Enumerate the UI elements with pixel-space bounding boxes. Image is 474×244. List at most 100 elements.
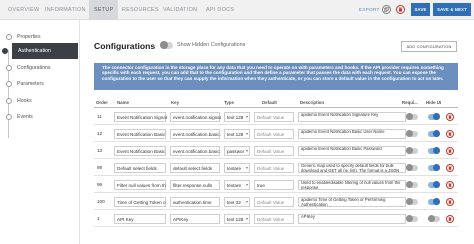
key-input[interactable]: default.select.fields: [170, 163, 220, 173]
required-toggle[interactable]: [406, 164, 418, 171]
delete-connector-button[interactable]: [396, 5, 405, 14]
name-input[interactable]: Event Notification Basic: [114, 129, 166, 139]
key-input[interactable]: authentication.time: [170, 197, 220, 207]
key-input[interactable]: event.notification.basic.: [170, 129, 221, 139]
name-value: Time of Getting Token o: [117, 200, 166, 205]
hide-ui-toggle[interactable]: [428, 181, 440, 188]
chevron-down-icon: [246, 218, 248, 220]
tab-setup[interactable]: SETUP: [89, 0, 119, 20]
key-value: APIKey: [173, 217, 189, 222]
required-toggle[interactable]: [406, 215, 418, 222]
tab-api-docs[interactable]: API DOCS: [206, 0, 234, 20]
name-input[interactable]: Time of Getting Token o: [114, 197, 166, 207]
hide-ui-toggle[interactable]: [428, 198, 440, 205]
key-input[interactable]: filter.response.nulls: [170, 180, 220, 190]
table-row: 11 Event Notification Signat event.notific…: [94, 109, 458, 125]
delete-row-button[interactable]: [446, 215, 454, 223]
hide-ui-toggle[interactable]: [428, 215, 440, 222]
key-value: authentication.time: [173, 200, 212, 205]
default-input[interactable]: Default Value: [254, 197, 294, 207]
required-toggle[interactable]: [406, 130, 418, 137]
info-banner: The connector configuration is the stora…: [94, 63, 458, 90]
type-value: passwor: [227, 149, 245, 154]
type-select[interactable]: text 128: [224, 129, 250, 139]
step-dot: [2, 48, 8, 54]
tab-overview[interactable]: OVERVIEW: [8, 0, 39, 20]
key-value: filter.response.nulls: [173, 183, 213, 188]
description-input[interactable]: apidemo Event Notification Basic User Na…: [298, 129, 406, 139]
type-value: text 128: [227, 217, 244, 222]
sidebar-item-label: Hooks: [17, 98, 32, 104]
delete-row-button[interactable]: [446, 198, 454, 206]
key-input[interactable]: APIKey: [170, 214, 220, 224]
hide-ui-toggle[interactable]: [428, 130, 440, 137]
key-input[interactable]: event.notification.signat: [170, 112, 221, 122]
order-cell: 1: [97, 216, 100, 221]
type-select[interactable]: text 32: [224, 197, 250, 207]
sidebar-item-configurations[interactable]: Configurations: [4, 62, 80, 76]
table-header: Order Name Key Type Default Description …: [94, 98, 458, 108]
default-value: Default Value: [257, 166, 285, 171]
clone-button[interactable]: [382, 5, 391, 14]
description-input[interactable]: apidemo Event Notification Basic Passwor…: [298, 146, 406, 156]
sidebar-item-authentication[interactable]: Authentication: [2, 43, 78, 59]
default-input[interactable]: Default Value: [254, 129, 294, 139]
default-input[interactable]: Default Value: [254, 112, 294, 122]
delete-row-button[interactable]: [446, 130, 454, 138]
name-input[interactable]: Event Notification Signat: [114, 112, 167, 122]
required-toggle[interactable]: [406, 181, 418, 188]
sidebar-item-hooks[interactable]: Hooks: [4, 95, 80, 109]
header-type: Type: [224, 100, 234, 105]
type-select[interactable]: text 128: [224, 214, 250, 224]
delete-row-button[interactable]: [446, 147, 454, 155]
description-input[interactable]: Generic map used to specify default fiel…: [298, 163, 406, 173]
step-dot: [6, 81, 12, 87]
sidebar-item-parameters[interactable]: Parameters: [4, 78, 80, 92]
name-input[interactable]: Event Notification Basic: [114, 146, 166, 156]
delete-row-button[interactable]: [446, 113, 454, 121]
default-input[interactable]: true: [254, 180, 294, 190]
required-toggle[interactable]: [406, 147, 418, 154]
tab-resources[interactable]: RESOURCES: [122, 0, 159, 20]
default-input[interactable]: Default Value: [254, 214, 294, 224]
name-value: Event Notification Basic: [117, 132, 166, 137]
sidebar-item-events[interactable]: Events: [4, 111, 80, 125]
required-toggle[interactable]: [406, 198, 418, 205]
description-input[interactable]: apidemo Event Notification Signature Key: [298, 112, 406, 122]
description-input[interactable]: apidemo Time of Getting Token or Perform…: [298, 197, 406, 207]
export-link[interactable]: EXPORT: [359, 0, 380, 20]
type-select[interactable]: textare: [224, 163, 250, 173]
save-next-button[interactable]: SAVE & NEXT: [433, 3, 471, 16]
save-button[interactable]: SAVE: [411, 3, 430, 16]
type-select[interactable]: passwor: [224, 146, 250, 156]
hide-ui-toggle[interactable]: [428, 147, 440, 154]
default-input[interactable]: Default Value: [254, 163, 294, 173]
name-input[interactable]: Default select fields: [114, 163, 166, 173]
delete-row-button[interactable]: [446, 181, 454, 189]
delete-row-button[interactable]: [446, 164, 454, 172]
type-select[interactable]: text 128: [224, 112, 250, 122]
tab-validation[interactable]: VALIDATION: [163, 0, 197, 20]
name-input[interactable]: Filter null values from th: [114, 180, 166, 190]
required-toggle[interactable]: [406, 113, 418, 120]
sidebar-item-label: Authentication: [18, 48, 51, 54]
page-title: Configurations: [94, 41, 156, 51]
trash-icon: [398, 7, 403, 12]
default-input[interactable]: Default Value: [254, 146, 294, 156]
top-nav: OVERVIEW INFORMATION SETUP RESOURCES VAL…: [0, 0, 474, 20]
add-configuration-button[interactable]: ADD CONFIGURATION: [401, 41, 457, 52]
type-select[interactable]: textare: [224, 180, 250, 190]
chevron-down-icon: [246, 184, 248, 186]
header-hide-ui: Hide UI: [426, 100, 442, 105]
tab-information[interactable]: INFORMATION: [45, 0, 86, 20]
step-dot: [6, 98, 12, 104]
hide-ui-toggle[interactable]: [428, 164, 440, 171]
order-cell: 100: [97, 199, 105, 204]
show-hidden-toggle[interactable]: [160, 41, 173, 49]
hide-ui-toggle[interactable]: [428, 113, 440, 120]
name-input[interactable]: API Key: [114, 214, 166, 224]
key-input[interactable]: event.notification.basic.: [170, 146, 221, 156]
description-input[interactable]: Used to enable/disable filtering of null…: [298, 180, 406, 190]
chevron-down-icon: [246, 133, 248, 135]
description-input[interactable]: APIKey: [298, 214, 406, 224]
